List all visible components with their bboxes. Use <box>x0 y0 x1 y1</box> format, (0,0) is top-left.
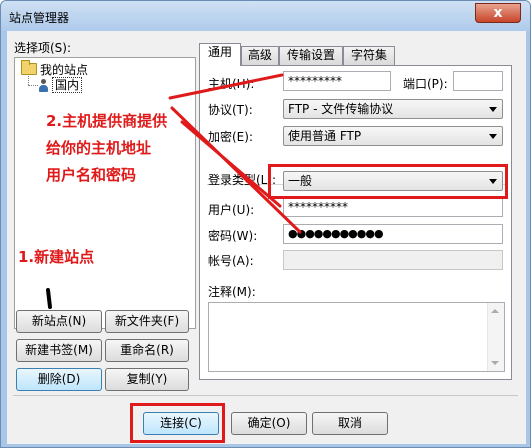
site-tree[interactable]: 我的站点 国内 <box>14 57 196 329</box>
footer-separator <box>13 395 518 396</box>
close-icon: x <box>493 5 503 21</box>
encryption-label: 加密(E): <box>208 130 253 144</box>
folder-icon <box>21 60 37 75</box>
password-input[interactable]: ●●●●●●●●●●● <box>283 224 503 244</box>
chevron-down-icon <box>489 134 497 139</box>
new-bookmark-button[interactable]: 新建书签(M) <box>16 339 102 362</box>
tree-connector <box>28 76 29 85</box>
account-label: 帐号(A): <box>208 254 254 268</box>
tab-advanced[interactable]: 高级 <box>241 46 279 65</box>
encryption-value: 使用普通 FTP <box>288 129 362 143</box>
tab-general[interactable]: 通用 <box>199 43 241 66</box>
delete-button[interactable]: 删除(D) <box>16 368 102 391</box>
host-label: 主机(H): <box>208 77 255 91</box>
user-input[interactable]: ********** <box>283 197 503 217</box>
tree-item-label: 国内 <box>52 77 83 93</box>
port-input[interactable] <box>453 71 503 91</box>
new-folder-button[interactable]: 新文件夹(F) <box>105 310 189 333</box>
tree-connector <box>28 85 38 86</box>
tree-item-domestic[interactable]: 国内 <box>38 77 83 93</box>
annotation-step2-line3: 用户名和密码 <box>46 166 137 184</box>
port-label: 端口(P): <box>403 77 448 91</box>
logon-type-highlight-box <box>268 164 508 199</box>
logon-type-label: 登录类型(L): <box>208 173 277 187</box>
site-manager-window: 站点管理器 x 选择项(S): 我的站点 国内 新站点(N) 新文件夹(F) 新… <box>0 0 531 448</box>
protocol-select[interactable]: FTP - 文件传输协议 <box>283 99 503 119</box>
tree-item-my-sites[interactable]: 我的站点 <box>21 60 89 77</box>
rename-button[interactable]: 重命名(R) <box>105 339 189 362</box>
tab-charset[interactable]: 字符集 <box>343 46 395 65</box>
comment-label: 注释(M): <box>208 285 256 299</box>
password-label: 密码(W): <box>208 229 258 243</box>
chevron-down-icon <box>489 107 497 112</box>
close-button[interactable]: x <box>475 3 521 23</box>
site-user-icon <box>38 78 49 92</box>
annotation-step1: 1.新建站点 <box>18 248 95 266</box>
user-label: 用户(U): <box>208 203 255 217</box>
scroll-up-icon[interactable] <box>491 309 499 313</box>
title-bar[interactable]: 站点管理器 x <box>1 1 530 31</box>
encryption-select[interactable]: 使用普通 FTP <box>283 126 503 146</box>
annotation-step2-line1: 2.主机提供商提供 <box>46 112 168 130</box>
annotation-step2-line2: 给你的主机地址 <box>46 139 152 157</box>
cancel-button[interactable]: 取消 <box>312 412 388 435</box>
window-title: 站点管理器 <box>9 11 70 25</box>
protocol-label: 协议(T): <box>208 103 253 117</box>
scroll-down-icon[interactable] <box>491 361 499 365</box>
protocol-value: FTP - 文件传输协议 <box>288 102 394 116</box>
new-site-button[interactable]: 新站点(N) <box>16 310 102 333</box>
comment-scrollbar[interactable] <box>487 303 504 371</box>
host-input[interactable]: ********* <box>283 71 391 91</box>
tree-item-label: 我的站点 <box>40 62 89 77</box>
ok-button[interactable]: 确定(O) <box>231 412 307 435</box>
select-entry-label: 选择项(S): <box>14 41 72 55</box>
comment-textarea[interactable] <box>208 302 505 372</box>
account-input <box>283 250 503 270</box>
tab-transfer-settings[interactable]: 传输设置 <box>279 46 343 65</box>
dialog-client-area: 选择项(S): 我的站点 国内 新站点(N) 新文件夹(F) 新建书签(M) 重… <box>7 31 526 444</box>
connect-highlight-box <box>130 403 225 443</box>
copy-button[interactable]: 复制(Y) <box>105 368 189 391</box>
